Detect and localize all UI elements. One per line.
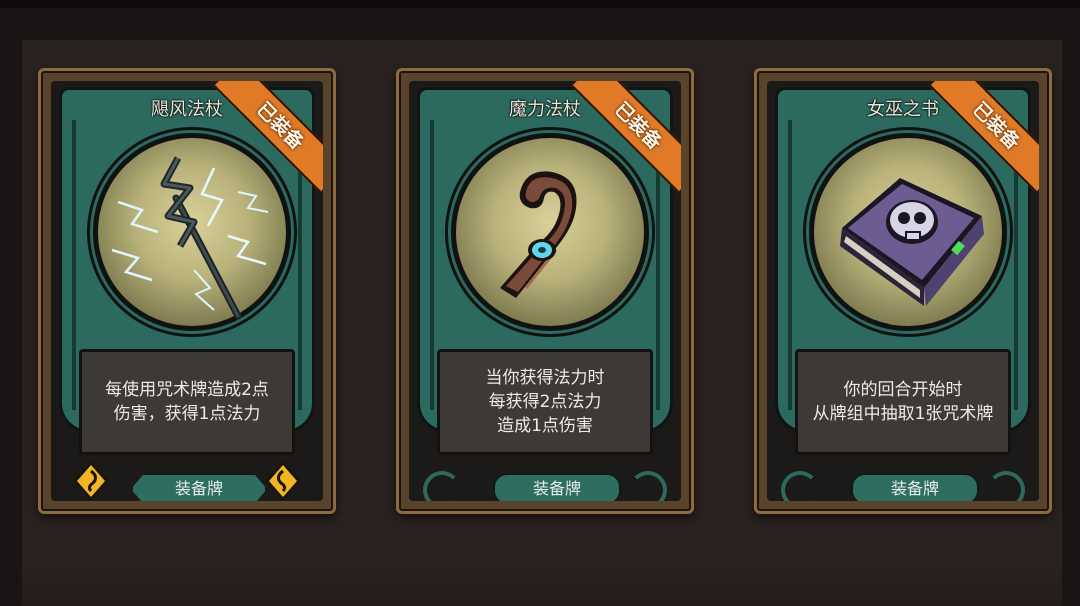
swirl-ornament-icon	[987, 471, 1025, 501]
card-description: 每使用咒术牌造成2点 伤害，获得1点法力	[79, 349, 295, 455]
card-inner: 魔力法杖 已装备 当你获得法力时 每获得2点法力 造成1点伤害 装备牌	[409, 81, 681, 501]
equipment-card-mana-staff[interactable]: 魔力法杖 已装备 当你获得法力时 每获得2点法力 造成1点伤害 装备牌	[396, 68, 694, 514]
card-description: 你的回合开始时 从牌组中抽取1张咒术牌	[795, 349, 1011, 455]
equipment-card-hurricane-staff[interactable]: 飓风法杖 已装备 每使用咒术牌造成2点 伤害，获得1点法力 装备牌	[38, 68, 336, 514]
card-inner: 女巫之书 已装备 你的回合开始时 从牌组中抽取1张咒术牌 装备牌	[767, 81, 1039, 501]
lightning-staff-icon	[93, 133, 291, 331]
skull-spellbook-icon	[809, 133, 1007, 331]
description-line: 伤害，获得1点法力	[113, 404, 261, 424]
gold-rune-icon	[265, 461, 301, 501]
gold-rune-icon	[73, 461, 109, 501]
equip-card-button[interactable]: 装备牌	[493, 473, 621, 501]
swirl-ornament-icon	[423, 471, 461, 501]
description-line: 每获得2点法力	[488, 392, 602, 412]
description-line: 当你获得法力时	[485, 368, 605, 388]
description-line: 从牌组中抽取1张咒术牌	[812, 404, 994, 424]
swirl-ornament-icon	[629, 471, 667, 501]
equipment-card-witch-book[interactable]: 女巫之书 已装备 你的回合开始时 从牌组中抽取1张咒术牌 装备牌	[754, 68, 1052, 514]
top-bar	[0, 0, 1080, 8]
description-line: 造成1点伤害	[497, 416, 593, 436]
panel-bottom-shade	[22, 560, 1062, 606]
description-line: 你的回合开始时	[843, 380, 963, 400]
hooked-wooden-staff-icon	[451, 133, 649, 331]
swirl-ornament-icon	[781, 471, 819, 501]
equip-card-button[interactable]: 装备牌	[131, 473, 267, 501]
card-inner: 飓风法杖 已装备 每使用咒术牌造成2点 伤害，获得1点法力 装备牌	[51, 81, 323, 501]
card-description: 当你获得法力时 每获得2点法力 造成1点伤害	[437, 349, 653, 455]
equip-card-button[interactable]: 装备牌	[851, 473, 979, 501]
description-line: 每使用咒术牌造成2点	[105, 380, 269, 400]
